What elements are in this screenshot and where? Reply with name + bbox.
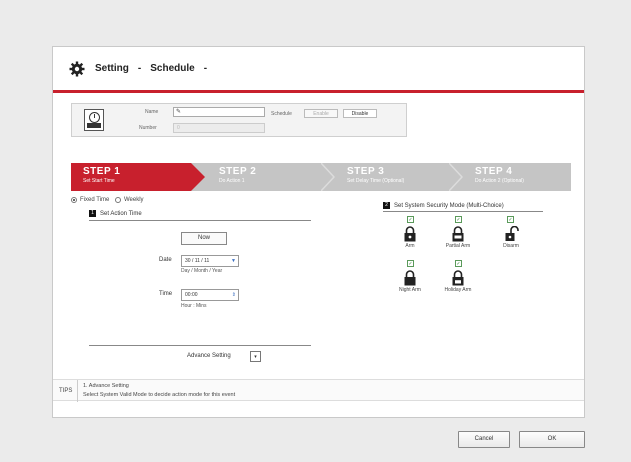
- tips-text: Select System Valid Mode to decide actio…: [83, 392, 236, 398]
- action-time-section: 1 Set Action Time: [89, 210, 142, 217]
- tips-label: TIPS: [59, 388, 73, 394]
- partial-arm-checkbox[interactable]: ✓: [455, 216, 462, 223]
- night-arm-checkbox[interactable]: ✓: [407, 260, 414, 267]
- action-time-title: Set Action Time: [100, 210, 142, 217]
- gear-icon: [69, 61, 85, 76]
- advance-setting-toggle[interactable]: ▾: [250, 351, 261, 362]
- step-2[interactable]: STEP 2 Do Action 1: [207, 163, 327, 191]
- chevron-down-icon: ▾: [254, 354, 257, 360]
- disable-button[interactable]: Disable: [343, 109, 377, 118]
- cancel-button[interactable]: Cancel: [458, 431, 510, 448]
- step-4[interactable]: STEP 4 Do Action 2 (Optional): [463, 163, 571, 191]
- step-wizard: STEP 1 Set Start Time STEP 2 Do Action 1…: [71, 163, 571, 191]
- holiday-arm-checkbox[interactable]: ✓: [455, 260, 462, 267]
- lock-icon: [404, 226, 416, 242]
- security-mode-title: Set System Security Mode (Multi-Choice): [394, 202, 504, 209]
- step-chevron-icon: [321, 163, 335, 191]
- date-label: Date: [159, 257, 172, 263]
- pencil-icon: ✎: [176, 109, 182, 115]
- arm-label: Arm: [405, 243, 415, 249]
- step-3[interactable]: STEP 3 Set Delay Time (Optional): [335, 163, 455, 191]
- unlock-icon: [505, 226, 519, 241]
- weekly-label: Weekly: [124, 197, 144, 203]
- schedule-dialog: Setting - Schedule - Name ✎ Number 0 Sch…: [52, 46, 585, 418]
- radio-selected-icon: [71, 197, 77, 203]
- security-mode-panel: 2 Set System Security Mode (Multi-Choice…: [381, 195, 571, 305]
- step-4-subtitle: Do Action 2 (Optional): [475, 178, 524, 184]
- partial-arm-label: Partial Arm: [445, 243, 471, 249]
- step-1-heading: STEP 1: [83, 166, 121, 177]
- disarm-checkbox[interactable]: ✓: [507, 216, 514, 223]
- section-2-badge: 2: [383, 202, 390, 209]
- enable-button[interactable]: Enable: [304, 109, 338, 118]
- date-value: 30 / 11 / 11: [185, 258, 210, 264]
- arm-checkbox[interactable]: ✓: [407, 216, 414, 223]
- holiday-arm-label: Holiday Arm: [444, 287, 472, 293]
- step-4-heading: STEP 4: [475, 166, 513, 177]
- breadcrumb-setting[interactable]: Setting: [95, 63, 129, 74]
- time-input[interactable]: 00:00 ⇕: [181, 289, 239, 301]
- date-input[interactable]: 30 / 11 / 11 ▼: [181, 255, 239, 267]
- step-chevron-icon: [449, 163, 463, 191]
- ok-button[interactable]: OK: [519, 431, 585, 448]
- date-hint: Day / Month / Year: [181, 268, 223, 274]
- schedule-info-panel: Name ✎ Number 0 Schedule Enable Disable: [71, 103, 407, 137]
- advance-divider: [89, 345, 311, 346]
- security-mode-section: 2 Set System Security Mode (Multi-Choice…: [383, 202, 504, 209]
- holiday-lock-icon: [452, 270, 464, 286]
- tips-divider: [77, 380, 78, 402]
- night-lock-icon: [404, 270, 416, 286]
- name-input[interactable]: ✎: [173, 107, 265, 117]
- radio-unselected-icon: [115, 197, 121, 203]
- now-button[interactable]: Now: [181, 232, 227, 245]
- number-field: 0: [173, 123, 265, 133]
- tips-bar: TIPS 1. Advance Setting Select System Va…: [53, 379, 584, 402]
- advance-setting-label: Advance Setting: [187, 353, 231, 359]
- fixed-time-label: Fixed Time: [80, 197, 110, 203]
- chevron-down-icon[interactable]: ▼: [231, 256, 236, 266]
- schedule-label: Schedule: [271, 111, 292, 117]
- time-value: 00:00: [185, 292, 198, 298]
- title-bar: Setting - Schedule -: [53, 47, 584, 93]
- section-divider: [383, 211, 543, 212]
- step-1-subtitle: Set Start Time: [83, 178, 115, 184]
- time-label: Time: [159, 291, 173, 297]
- breadcrumb-schedule: Schedule: [150, 63, 195, 74]
- step-3-subtitle: Set Delay Time (Optional): [347, 178, 405, 184]
- step-2-subtitle: Do Action 1: [219, 178, 245, 184]
- weekly-radio[interactable]: Weekly: [115, 197, 144, 203]
- fixed-time-radio[interactable]: Fixed Time: [71, 197, 109, 203]
- time-hint: Hour : Mins: [181, 303, 207, 309]
- breadcrumb-separator: -: [137, 63, 142, 74]
- night-arm-label: Night Arm: [399, 287, 421, 293]
- section-1-badge: 1: [89, 210, 96, 217]
- partial-lock-icon: [452, 226, 464, 242]
- breadcrumb-separator-trailing: -: [203, 63, 208, 74]
- tips-title: 1. Advance Setting: [83, 383, 129, 389]
- number-label: Number: [139, 125, 157, 131]
- step-1[interactable]: STEP 1 Set Start Time: [71, 163, 205, 191]
- step-3-heading: STEP 3: [347, 166, 385, 177]
- step-2-heading: STEP 2: [219, 166, 257, 177]
- name-label: Name: [145, 109, 159, 115]
- schedule-clock-icon: [84, 109, 104, 131]
- disarm-label: Disarm: [503, 243, 519, 249]
- section-divider: [89, 220, 311, 221]
- spinner-icon[interactable]: ⇕: [232, 290, 236, 300]
- number-value: 0: [177, 125, 180, 131]
- action-time-panel: Fixed Time Weekly 1 Set Action Time Now …: [71, 195, 321, 375]
